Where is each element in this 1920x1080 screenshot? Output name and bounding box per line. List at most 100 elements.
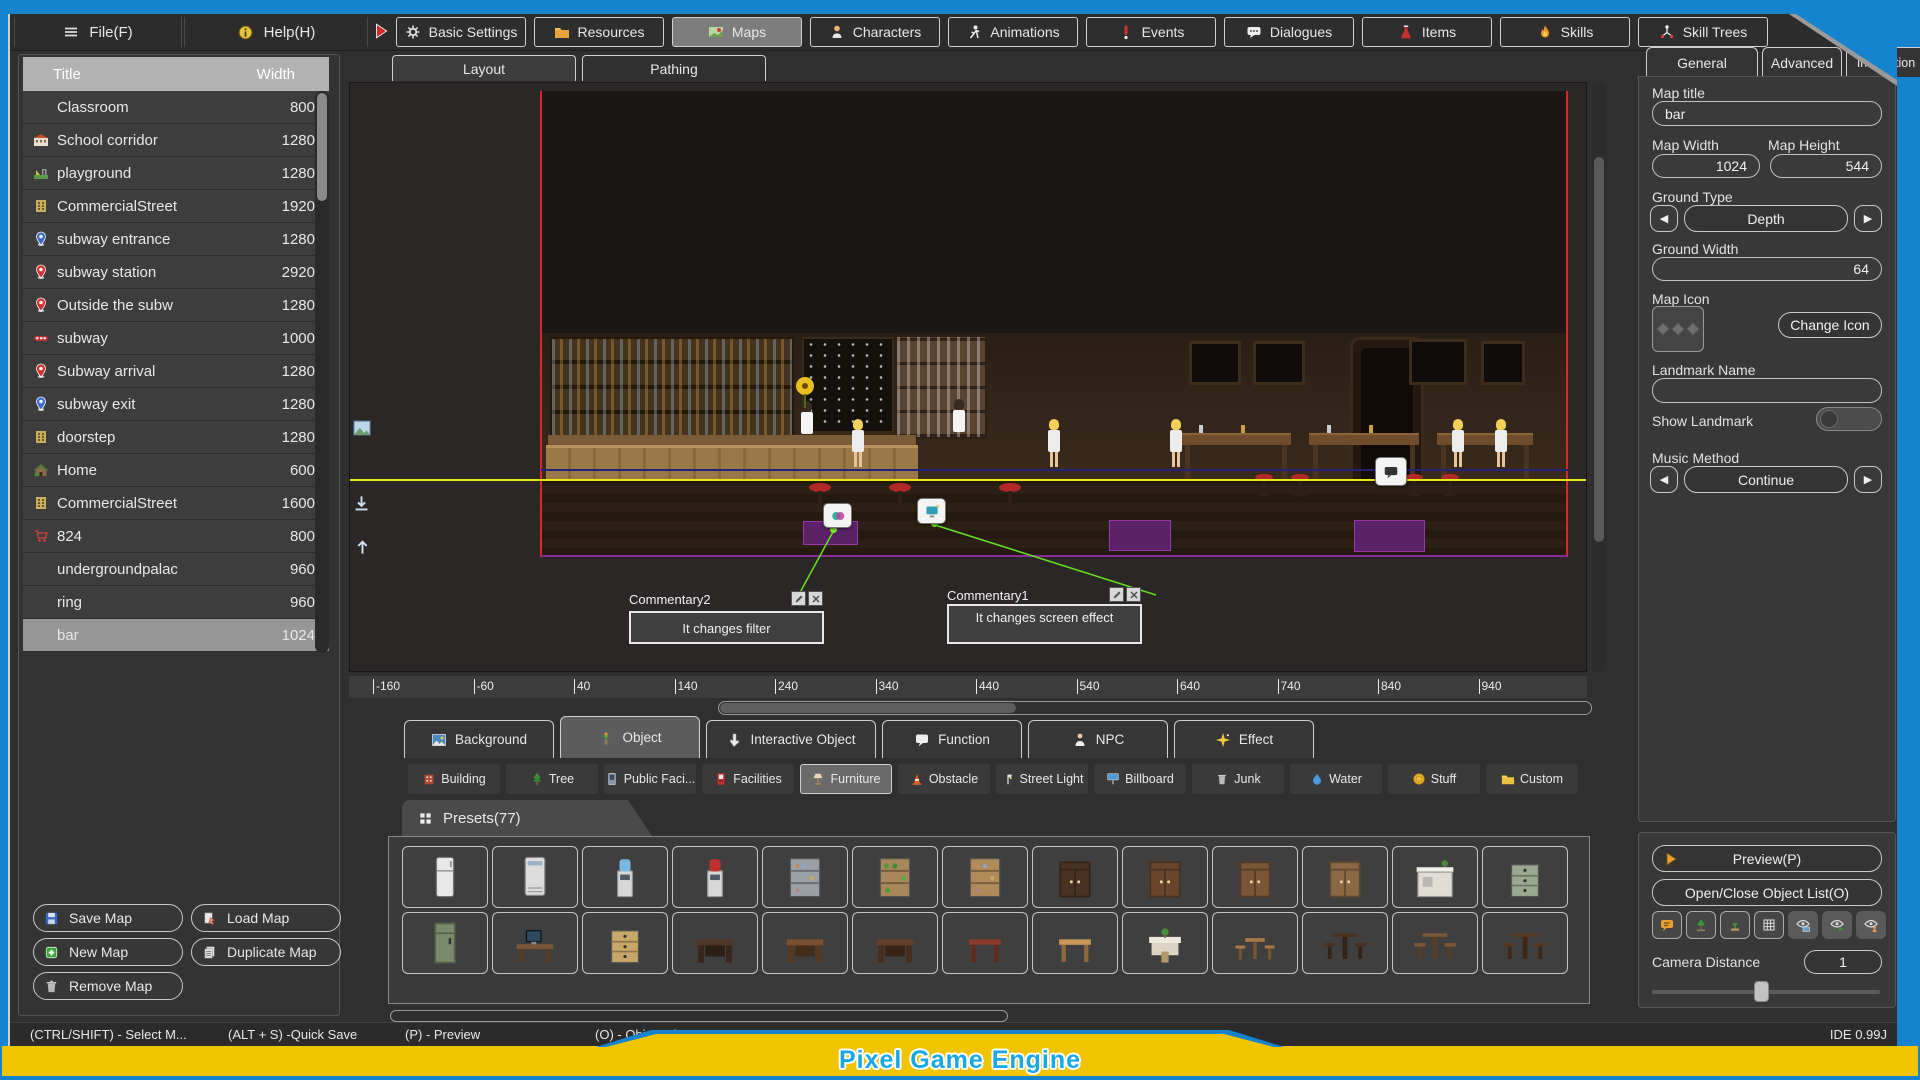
show-npcs-button[interactable]: [1856, 911, 1886, 939]
preset-item-red-table[interactable]: [942, 912, 1028, 974]
preset-item-plant-shelf[interactable]: [852, 846, 938, 908]
preset-item-dining-table[interactable]: [1122, 912, 1208, 974]
category-tab-building[interactable]: Building: [408, 764, 500, 794]
category-tab-public-faci-[interactable]: Public Faci...: [604, 764, 696, 794]
preset-item-storage-cabinet[interactable]: [1212, 846, 1298, 908]
canvas-vertical-scrollbar[interactable]: [1592, 82, 1606, 672]
landmark-name-input[interactable]: [1652, 378, 1882, 403]
preset-item-file-cabinet[interactable]: [582, 912, 668, 974]
category-tab-water[interactable]: Water: [1290, 764, 1382, 794]
map-list-row[interactable]: CommercialStreet1600: [23, 487, 329, 520]
toggle-objects-button[interactable]: [1686, 911, 1716, 939]
map-list-row[interactable]: subway exit1280: [23, 388, 329, 421]
top-tab-characters[interactable]: Characters: [810, 17, 940, 47]
map-title-input[interactable]: [1652, 101, 1882, 126]
object-tab-effect[interactable]: Effect: [1174, 720, 1314, 758]
preset-item-bar-table-3[interactable]: [1482, 912, 1568, 974]
presets-tab[interactable]: Presets(77): [402, 800, 652, 836]
remove-map-button[interactable]: Remove Map: [33, 972, 183, 1000]
category-tab-stuff[interactable]: Stuff: [1388, 764, 1480, 794]
background-layer-icon[interactable]: [353, 419, 371, 437]
save-map-button[interactable]: Save Map: [33, 904, 183, 932]
map-list-row[interactable]: 824800: [23, 520, 329, 553]
preset-item-refrigerator[interactable]: [402, 846, 488, 908]
ground-type-next-button[interactable]: ▶: [1854, 205, 1882, 232]
map-icon-preview[interactable]: [1652, 306, 1704, 352]
map-list-row[interactable]: playground1280: [23, 157, 329, 190]
filter-event-marker[interactable]: [823, 503, 852, 528]
preset-item-display-shelf[interactable]: [762, 846, 848, 908]
view-tab-pathing[interactable]: Pathing: [582, 55, 766, 81]
preset-item-air-conditioner[interactable]: [492, 846, 578, 908]
preset-item-wooden-rack[interactable]: [942, 846, 1028, 908]
camera-distance-slider-handle[interactable]: [1754, 981, 1769, 1002]
load-map-button[interactable]: Load Map: [191, 904, 341, 932]
object-tab-npc[interactable]: NPC: [1028, 720, 1168, 758]
object-tab-function[interactable]: Function: [882, 720, 1022, 758]
category-tab-facilities[interactable]: Facilities: [702, 764, 794, 794]
preview-button[interactable]: Preview(P): [1652, 845, 1882, 872]
music-method-value[interactable]: Continue: [1684, 466, 1848, 493]
toggle-plants-button[interactable]: [1720, 911, 1750, 939]
category-tab-custom[interactable]: Custom: [1486, 764, 1578, 794]
category-tab-furniture[interactable]: Furniture: [800, 764, 892, 794]
tab-advanced[interactable]: Advanced: [1762, 47, 1842, 77]
ground-type-value[interactable]: Depth: [1684, 205, 1848, 232]
preset-item-kitchen-counter[interactable]: [1392, 846, 1478, 908]
raise-layer-icon[interactable]: [353, 537, 372, 556]
duplicate-map-button[interactable]: Duplicate Map: [191, 938, 341, 966]
preset-item-kitchen-cabinet[interactable]: [1302, 846, 1388, 908]
map-list-row[interactable]: subway1000: [23, 322, 329, 355]
top-tab-basic-settings[interactable]: Basic Settings: [396, 17, 526, 47]
object-tab-object[interactable]: Object: [560, 716, 700, 758]
top-tab-animations[interactable]: Animations: [948, 17, 1078, 47]
top-tab-skill-trees[interactable]: Skill Trees: [1638, 17, 1768, 47]
canvas-horizontal-scrollbar[interactable]: [718, 701, 1592, 715]
canvas-hscroll-thumb[interactable]: [720, 703, 1016, 713]
preset-item-computer-desk[interactable]: [492, 912, 578, 974]
commentary1-edit-button[interactable]: [1109, 587, 1124, 602]
change-icon-button[interactable]: Change Icon: [1778, 312, 1882, 338]
map-list-row[interactable]: doorstep1280: [23, 421, 329, 454]
show-landmark-toggle[interactable]: [1816, 407, 1882, 431]
map-list-row[interactable]: Outside the subw1280: [23, 289, 329, 322]
tab-general[interactable]: General: [1646, 47, 1758, 77]
commentary2-edit-button[interactable]: [791, 591, 806, 606]
commentary2-close-button[interactable]: [808, 591, 823, 606]
commentary1-close-button[interactable]: [1126, 587, 1141, 602]
map-list-row[interactable]: subway station2920: [23, 256, 329, 289]
preset-item-drawer-chest[interactable]: [1482, 846, 1568, 908]
top-tab-items[interactable]: Items: [1362, 17, 1492, 47]
preset-item-dark-cupboard[interactable]: [1032, 846, 1118, 908]
top-tab-skills[interactable]: Skills: [1500, 17, 1630, 47]
ground-type-prev-button[interactable]: ◀: [1650, 205, 1678, 232]
category-tab-obstacle[interactable]: Obstacle: [898, 764, 990, 794]
top-tab-resources[interactable]: Resources: [534, 17, 664, 47]
canvas-vscroll-thumb[interactable]: [1594, 157, 1604, 542]
object-tab-background[interactable]: Background: [404, 720, 554, 758]
play-icon[interactable]: [372, 22, 390, 40]
map-list-row[interactable]: Classroom800: [23, 91, 329, 124]
category-tab-street-light[interactable]: Street Light: [996, 764, 1088, 794]
map-list-row[interactable]: subway entrance1280: [23, 223, 329, 256]
help-menu[interactable]: Help(H): [184, 17, 368, 47]
preset-item-green-locker[interactable]: [402, 912, 488, 974]
preset-item-table-and-stools[interactable]: [1212, 912, 1298, 974]
music-method-next-button[interactable]: ▶: [1854, 466, 1882, 493]
preset-item-wooden-table[interactable]: [1032, 912, 1118, 974]
commentary2-box[interactable]: It changes filter: [629, 611, 824, 644]
ground-width-input[interactable]: [1652, 257, 1882, 281]
map-canvas[interactable]: Commentary2 It changes filter Commentary…: [349, 82, 1587, 672]
preset-item-bar-table-1[interactable]: [1302, 912, 1388, 974]
top-tab-maps[interactable]: Maps: [672, 17, 802, 47]
preset-item-dark-desk[interactable]: [672, 912, 758, 974]
commentary1-box[interactable]: It changes screen effect: [947, 604, 1142, 644]
presets-scrollbar[interactable]: [390, 1010, 1008, 1022]
map-list-scrollbar[interactable]: [315, 91, 329, 653]
map-list-row[interactable]: Home600: [23, 454, 329, 487]
show-objects-button[interactable]: [1822, 911, 1852, 939]
screen-effect-event-marker[interactable]: [917, 498, 946, 524]
file-menu[interactable]: File(F): [14, 17, 182, 47]
ground-anchor-icon[interactable]: [352, 494, 371, 513]
camera-distance-value[interactable]: 1: [1804, 950, 1882, 974]
